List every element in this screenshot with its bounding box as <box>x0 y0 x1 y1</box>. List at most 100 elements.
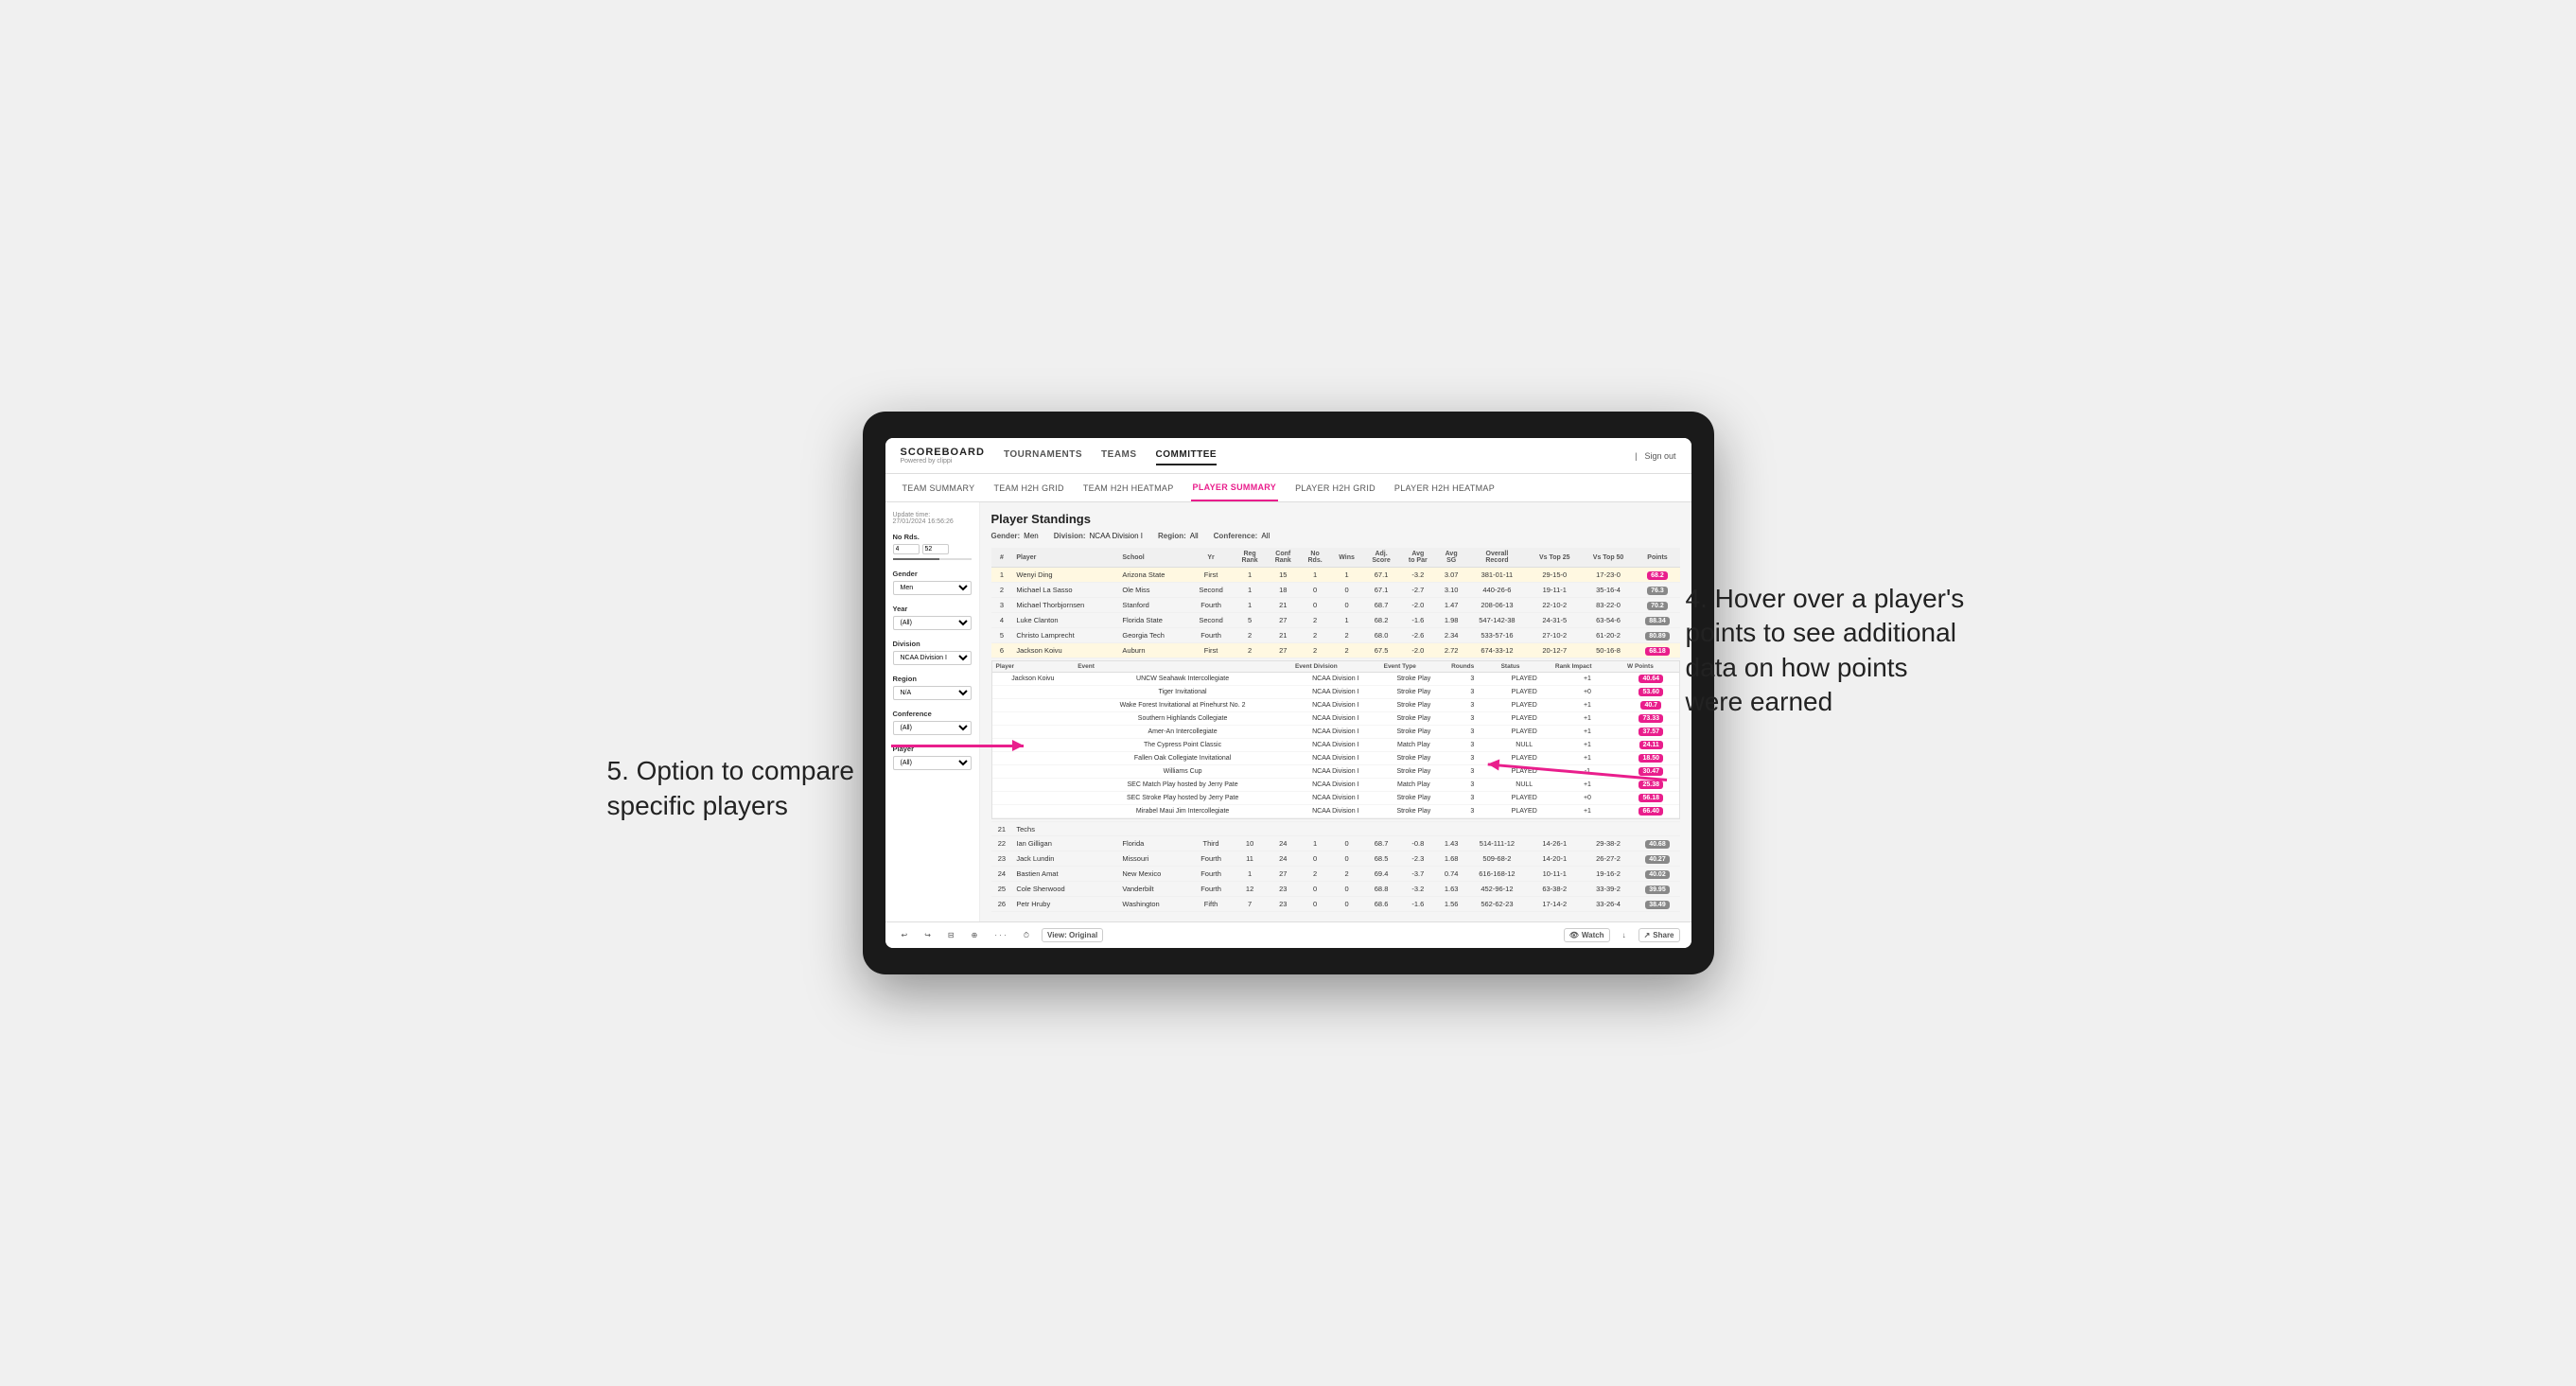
cell-wins: 1 <box>1330 568 1363 583</box>
filter-conference: Conference (All) <box>893 710 972 735</box>
filter-region-select[interactable]: N/A <box>893 686 972 700</box>
chip-division: Division: NCAA Division I <box>1054 532 1143 540</box>
watch-label: Watch <box>1582 931 1604 939</box>
exp-cell-status: PLAYED <box>1498 792 1551 805</box>
filter-slider[interactable] <box>893 558 972 560</box>
filter-no-rds: No Rds. <box>893 533 972 560</box>
filter-conference-select[interactable]: (All) <box>893 721 972 735</box>
nav-teams[interactable]: TEAMS <box>1101 446 1137 465</box>
points-badge-active[interactable]: 68.18 <box>1645 647 1670 656</box>
cell-conf-rank: 27 <box>1267 867 1300 882</box>
exp-col-player: Player <box>992 661 1075 673</box>
cell-no-rds: 2 <box>1300 643 1330 658</box>
cell-to-par: -1.6 <box>1399 613 1436 628</box>
filter-year-select[interactable]: (All) <box>893 616 972 630</box>
clock-button[interactable]: ⏱ <box>1019 929 1034 942</box>
points-badge[interactable]: 68.2 <box>1647 571 1668 580</box>
sub-nav-player-summary[interactable]: PLAYER SUMMARY <box>1191 474 1279 501</box>
exp-cell-impact: +1 <box>1551 712 1623 726</box>
sub-nav-team-h2h-grid[interactable]: TEAM H2H GRID <box>991 474 1065 501</box>
tablet-screen: SCOREBOARD Powered by clippi TOURNAMENTS… <box>885 438 1691 948</box>
exp-cell-points: 18.50 <box>1623 752 1679 765</box>
cell-wins: 0 <box>1330 882 1363 897</box>
exp-cell-division: NCAA Division I <box>1291 779 1380 792</box>
filter-division-select[interactable]: NCAA Division I <box>893 651 972 665</box>
cell-record: 547-142-38 <box>1466 613 1528 628</box>
table-row-jackson: 6 Jackson Koivu Auburn First 2 27 2 2 67… <box>991 643 1680 658</box>
col-reg-rank: RegRank <box>1233 548 1266 568</box>
filter-no-rds-min[interactable] <box>893 544 920 554</box>
filter-gender-select[interactable]: Men Women <box>893 581 972 595</box>
cell-reg-rank: 2 <box>1233 643 1266 658</box>
share-button[interactable]: ↗ Share <box>1638 928 1680 942</box>
exp-cell-type: Stroke Play <box>1380 726 1447 739</box>
filter-player-select[interactable]: (All) <box>893 756 972 770</box>
exp-cell-division: NCAA Division I <box>1291 739 1380 752</box>
filter-division: Division NCAA Division I <box>893 640 972 665</box>
cell-points[interactable]: 40.02 <box>1635 867 1679 882</box>
sub-nav-team-summary[interactable]: TEAM SUMMARY <box>901 474 977 501</box>
cell-vs50: 33-26-4 <box>1582 897 1636 912</box>
nav-committee[interactable]: COMMITTEE <box>1156 446 1218 465</box>
col-rank: # <box>991 548 1013 568</box>
cell-to-par: -2.7 <box>1399 583 1436 598</box>
points-badge-gray[interactable]: 70.2 <box>1647 602 1668 610</box>
points-badge-gray[interactable]: 88.34 <box>1645 617 1670 625</box>
filter-no-rds-max[interactable] <box>922 544 949 554</box>
annotation-hover-points: 4. Hover over a player's points to see a… <box>1686 582 1970 720</box>
exp-cell-type: Stroke Play <box>1380 765 1447 779</box>
filter-button[interactable]: ⊟ <box>943 929 959 941</box>
cell-conf-rank: 24 <box>1267 851 1300 867</box>
filter-gender: Gender Men Women <box>893 570 972 595</box>
cell-points[interactable]: 40.68 <box>1635 836 1679 851</box>
cell-points[interactable]: 40.27 <box>1635 851 1679 867</box>
cell-avg-sg: 1.63 <box>1436 882 1466 897</box>
cell-points[interactable]: 88.34 <box>1635 613 1679 628</box>
cell-points[interactable]: 80.89 <box>1635 628 1679 643</box>
filters-summary-row: Gender: Men Division: NCAA Division I Re… <box>991 532 1680 540</box>
cell-points[interactable]: 38.49 <box>1635 897 1679 912</box>
cell-rank: 24 <box>991 867 1013 882</box>
filter-gender-label: Gender <box>893 570 972 578</box>
points-badge-gray[interactable]: 80.89 <box>1645 632 1670 640</box>
col-wins: Wins <box>1330 548 1363 568</box>
cell-to-par: -3.2 <box>1399 568 1436 583</box>
points-badge-gray[interactable]: 76.3 <box>1647 587 1668 595</box>
redo-button[interactable]: ↪ <box>920 929 936 941</box>
sub-nav-player-h2h-heatmap[interactable]: PLAYER H2H HEATMAP <box>1393 474 1497 501</box>
cell-no-rds: 1 <box>1300 568 1330 583</box>
cell-no-rds: 2 <box>1300 613 1330 628</box>
tablet-frame: SCOREBOARD Powered by clippi TOURNAMENTS… <box>863 412 1714 974</box>
arrow-head-right <box>1012 740 1024 751</box>
exp-cell-division: NCAA Division I <box>1291 792 1380 805</box>
cell-points[interactable]: 68.18 <box>1635 643 1679 658</box>
exp-col-rounds: Rounds <box>1447 661 1498 673</box>
table-row: 25 Cole Sherwood Vanderbilt Fourth 12 23… <box>991 882 1680 897</box>
cell-vs25: 14-20-1 <box>1528 851 1582 867</box>
sub-nav-team-h2h-heatmap[interactable]: TEAM H2H HEATMAP <box>1081 474 1176 501</box>
standings-table: # Player School Yr RegRank ConfRank NoRd… <box>991 548 1680 912</box>
exp-cell-player: Jackson Koivu <box>992 673 1075 686</box>
watch-button[interactable]: 👁 Watch <box>1564 928 1610 942</box>
exp-cell-points: 37.57 <box>1623 726 1679 739</box>
exp-cell-event: Mirabel Maui Jim Intercollegiate <box>1074 805 1291 818</box>
undo-button[interactable]: ↩ <box>897 929 913 941</box>
sub-nav-player-h2h-grid[interactable]: PLAYER H2H GRID <box>1293 474 1377 501</box>
cell-yr: First <box>1189 643 1234 658</box>
download-button[interactable]: ↓ <box>1618 929 1631 941</box>
cell-points[interactable]: 70.2 <box>1635 598 1679 613</box>
nav-tournaments[interactable]: TOURNAMENTS <box>1004 446 1082 465</box>
table-row: 22 Ian Gilligan Florida Third 10 24 1 0 … <box>991 836 1680 851</box>
cell-player: Cole Sherwood <box>1012 882 1118 897</box>
cell-points[interactable]: 68.2 <box>1635 568 1679 583</box>
cell-reg-rank: 11 <box>1233 851 1266 867</box>
copy-button[interactable]: ⊕ <box>967 929 983 941</box>
view-original-button[interactable]: View: Original <box>1042 928 1103 942</box>
cell-reg-rank: 1 <box>1233 583 1266 598</box>
col-avg-sg: AvgSG <box>1436 548 1466 568</box>
cell-points[interactable]: 76.3 <box>1635 583 1679 598</box>
table-row: 21 Techs <box>991 822 1680 836</box>
cell-points[interactable]: 39.95 <box>1635 882 1679 897</box>
cell-conf-rank: 27 <box>1267 643 1300 658</box>
sign-out-link[interactable]: Sign out <box>1644 451 1675 461</box>
